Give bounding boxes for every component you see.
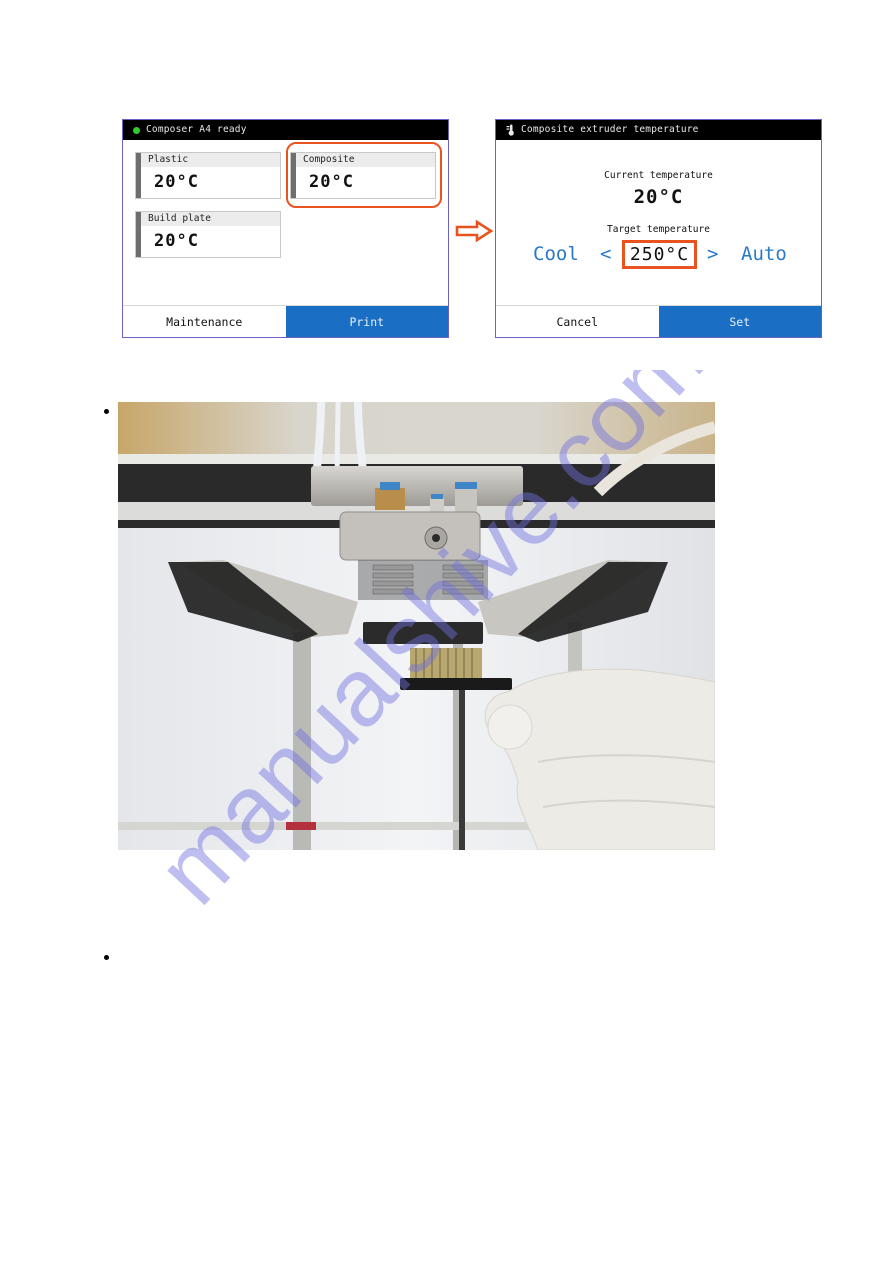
composite-highlight-outline xyxy=(286,142,442,208)
maintenance-button[interactable]: Maintenance xyxy=(123,306,286,337)
print-button[interactable]: Print xyxy=(285,306,448,337)
thermometer-icon xyxy=(506,124,514,136)
home-titlebar: Composer A4 ready xyxy=(123,120,448,140)
photo-illustration xyxy=(118,402,715,850)
list-bullet xyxy=(104,955,109,960)
current-temperature-value: 20°C xyxy=(633,186,684,208)
cancel-button[interactable]: Cancel xyxy=(496,306,659,337)
increase-temperature-button[interactable]: > xyxy=(707,240,718,268)
current-temperature-label: Current temperature xyxy=(604,170,713,181)
tile-build-plate[interactable]: Build plate 20°C xyxy=(135,211,281,258)
set-button[interactable]: Set xyxy=(658,306,821,337)
auto-button[interactable]: Auto xyxy=(741,240,787,268)
tile-label: Plastic xyxy=(141,153,280,167)
target-temperature-value: 250°C xyxy=(622,240,697,269)
list-bullet xyxy=(104,409,109,414)
decrease-temperature-button[interactable]: < xyxy=(600,240,611,268)
home-screen: Composer A4 ready Plastic 20°C Composite… xyxy=(122,119,449,338)
target-temperature-control: Cool < 250°C > Auto xyxy=(496,240,821,270)
temperature-titlebar: Composite extruder temperature xyxy=(496,120,821,140)
status-text: Composer A4 ready xyxy=(146,124,247,135)
tile-value: 20°C xyxy=(154,231,199,251)
nozzle-cleaning-photo xyxy=(118,402,715,850)
screen-title: Composite extruder temperature xyxy=(521,124,699,135)
right-arrow-icon xyxy=(455,220,494,242)
temperature-footer: Cancel Set xyxy=(496,305,821,337)
status-indicator-icon xyxy=(133,126,140,134)
home-footer: Maintenance Print xyxy=(123,305,448,337)
target-temperature-label: Target temperature xyxy=(607,224,710,235)
temperature-screen: Composite extruder temperature Current t… xyxy=(495,119,822,338)
tile-plastic[interactable]: Plastic 20°C xyxy=(135,152,281,199)
tile-value: 20°C xyxy=(154,172,199,192)
cool-button[interactable]: Cool xyxy=(533,240,579,268)
tile-label: Build plate xyxy=(141,212,280,226)
